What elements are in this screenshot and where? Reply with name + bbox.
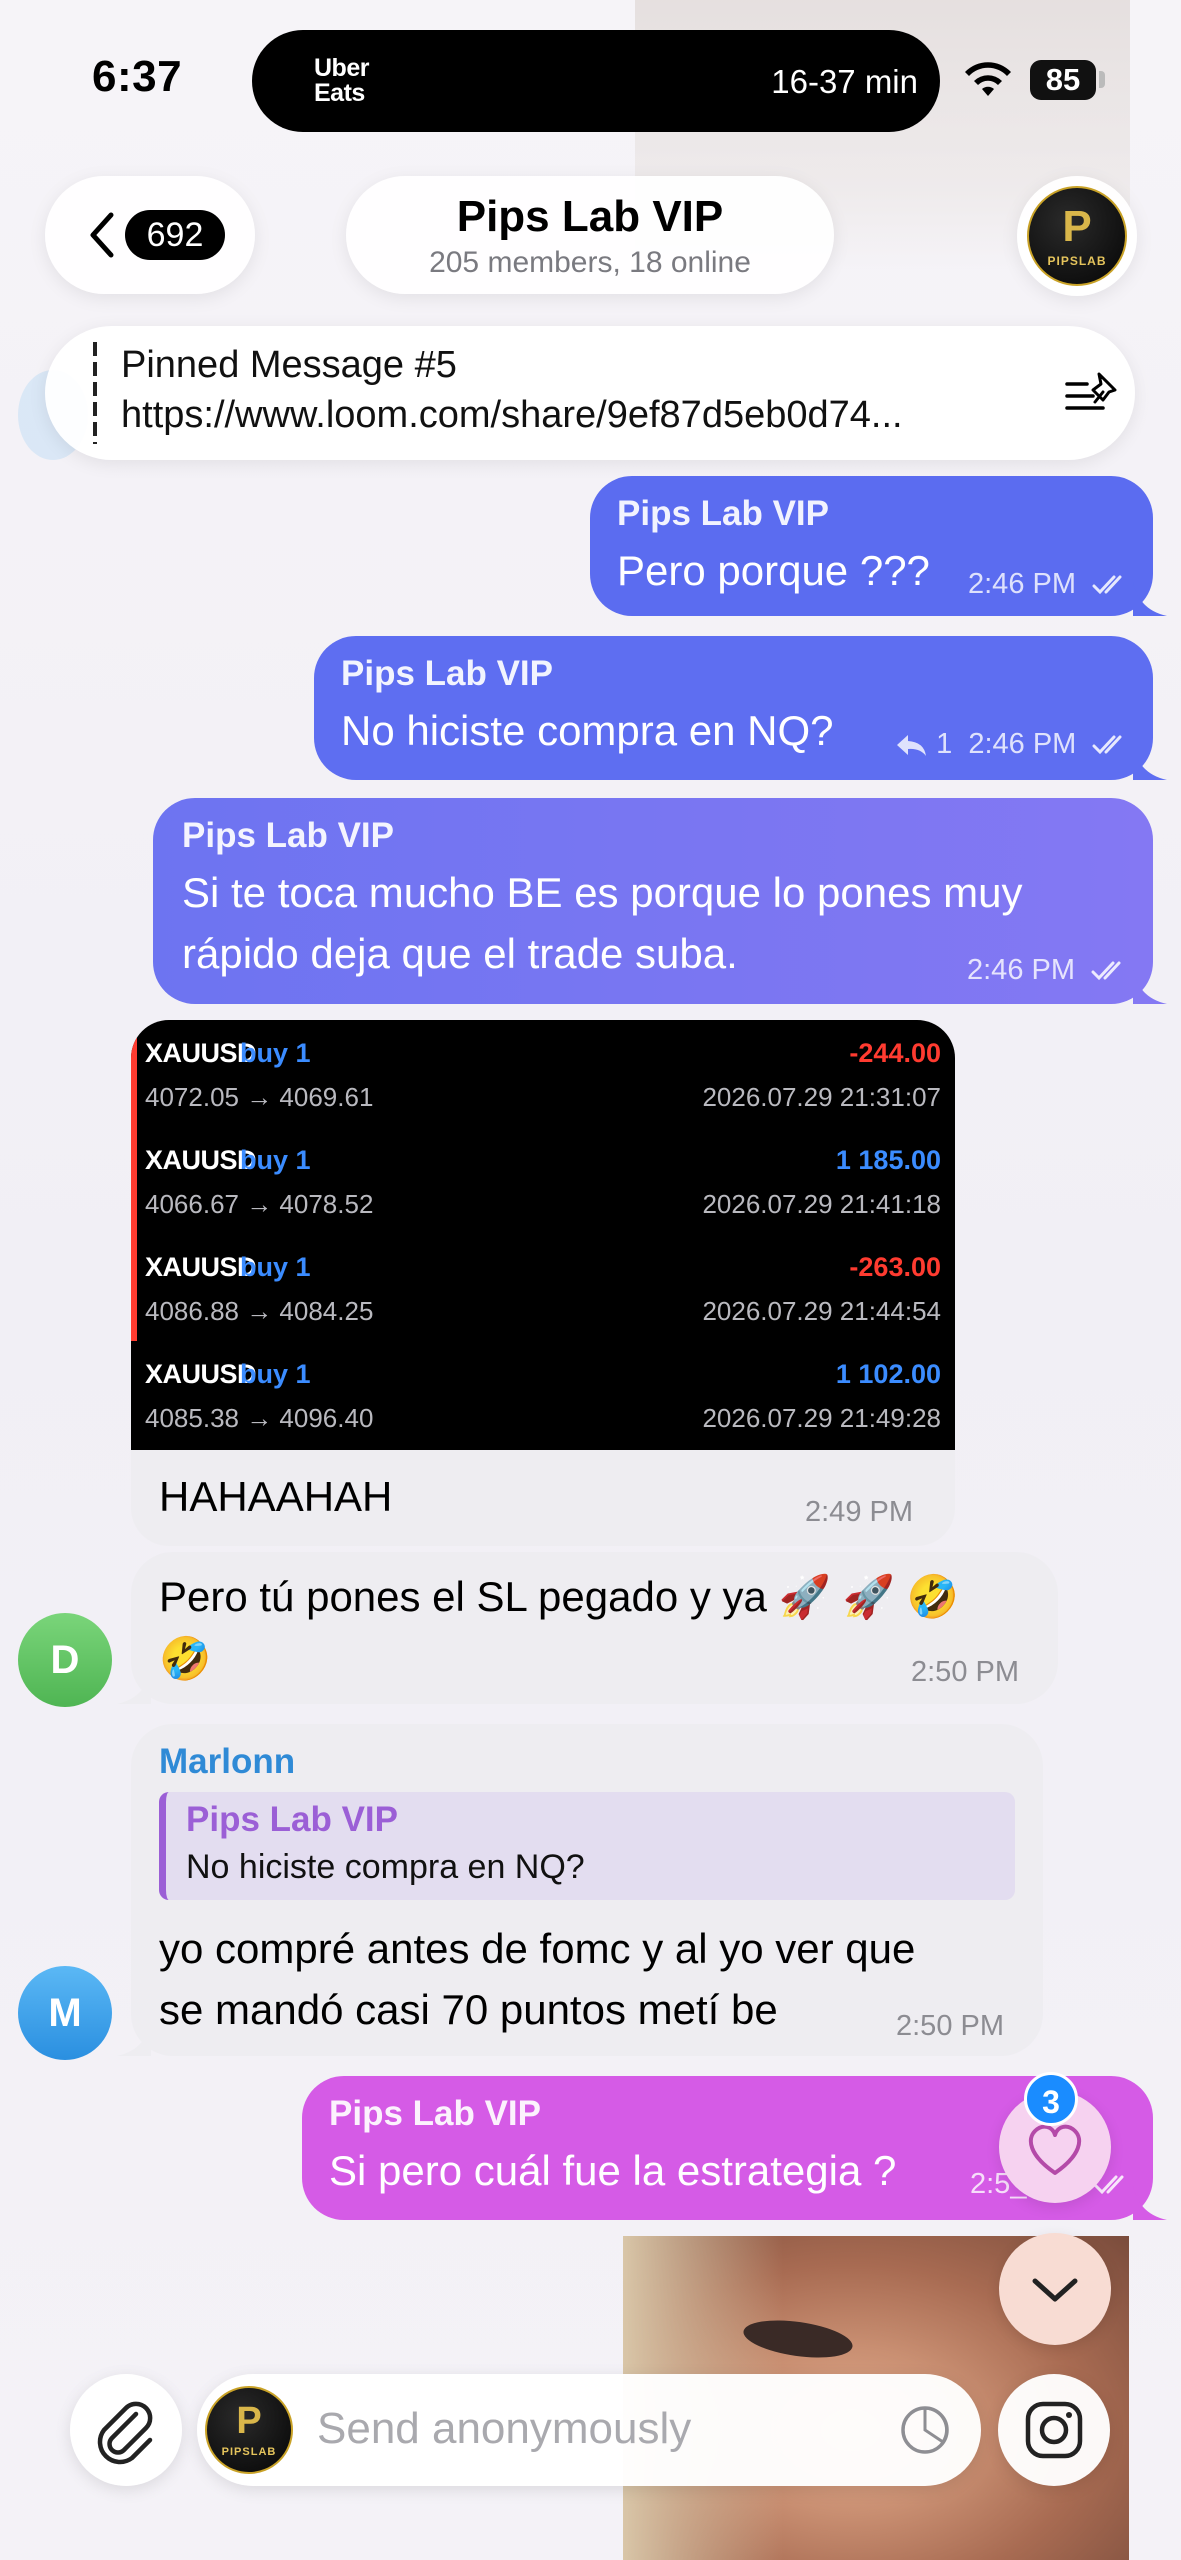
bubble-tail [1133, 2186, 1167, 2220]
double-check-icon [1092, 735, 1122, 755]
reply-icon[interactable] [894, 732, 928, 758]
scroll-to-bottom-button[interactable] [999, 2233, 1111, 2345]
trade-row: XAUUSD buy 1 4086.88 → 4084.25 -263.00 2… [131, 1234, 955, 1341]
reply-text: No hiciste compra en NQ? [186, 1848, 585, 1886]
message-time: 2:50 PM [896, 2010, 1004, 2042]
paperclip-icon [97, 2401, 153, 2465]
battery-icon: 85 [1030, 60, 1096, 100]
reply-sender: Pips Lab VIP [186, 1800, 398, 1839]
bubble-tail [1133, 970, 1167, 1004]
chat-member-count: 205 members, 18 online [429, 246, 751, 279]
bubble-tail [1133, 746, 1167, 780]
message-meta: 1 2:46 PM [894, 728, 1130, 761]
message-text-line-2: se mandó casi 70 puntos metí be [159, 1986, 778, 2033]
chat-title: Pips Lab VIP [456, 192, 724, 241]
bubble-tail [117, 2022, 151, 2056]
pinned-text: https://www.loom.com/share/9ef87d5eb0d74… [121, 394, 903, 436]
chat-screen: 6:37 Uber Eats 16-37 min 85 692 Pips Lab … [0, 0, 1181, 2560]
message-time: 2:49 PM [805, 1496, 913, 1528]
message-bubble-outgoing[interactable]: Pips Lab VIP No hiciste compra en NQ? 1 … [314, 636, 1167, 780]
message-sender: Pips Lab VIP [329, 2094, 541, 2133]
pin-list-icon[interactable] [1063, 370, 1123, 416]
message-text-line-1: Si te toca mucho BE es porque lo pones m… [182, 869, 1023, 916]
trade-row: XAUUSD buy 1 4085.38 → 4096.40 1 102.00 … [131, 1341, 955, 1448]
image-caption: HAHAAHAH [159, 1473, 393, 1520]
double-check-icon [1092, 575, 1122, 595]
chat-title-button[interactable]: Pips Lab VIP 205 members, 18 online [346, 176, 834, 294]
back-button[interactable]: 692 [45, 176, 255, 294]
message-sender: Pips Lab VIP [341, 654, 553, 693]
message-text: Pero porque ??? [617, 547, 930, 594]
bubble-tail [117, 1670, 151, 1704]
trade-history-image[interactable]: XAUUSD buy 1 4072.05 → 4069.61 -244.00 2… [131, 1020, 955, 1450]
avatar-m[interactable]: M [18, 1966, 112, 2060]
pinned-indicator [93, 342, 97, 444]
trade-row: XAUUSD buy 1 4072.05 → 4069.61 -244.00 2… [131, 1020, 955, 1127]
message-time: 2:50 PM [911, 1656, 1019, 1688]
message-input-placeholder[interactable]: Send anonymously [317, 2404, 691, 2454]
message-text: No hiciste compra en NQ? [341, 707, 834, 754]
message-bubble-outgoing[interactable]: Pips Lab VIP Pero porque ??? 2:46 PM [590, 476, 1167, 616]
pinned-message-bar[interactable]: Pinned Message #5 https://www.loom.com/s… [45, 326, 1135, 460]
battery-tip [1099, 71, 1105, 88]
send-as-avatar[interactable]: P PIPSLAB [205, 2386, 293, 2474]
unread-count-badge: 692 [125, 210, 225, 260]
chevron-down-icon [1032, 2278, 1078, 2302]
message-time: 2:46 PM [967, 954, 1129, 987]
message-bubble-image[interactable]: XAUUSD buy 1 4072.05 → 4069.61 -244.00 2… [131, 1020, 955, 1546]
double-check-icon [1091, 961, 1121, 981]
chevron-left-icon [90, 212, 114, 258]
message-bubble-incoming[interactable]: Marlonn Pips Lab VIP No hiciste compra e… [117, 1724, 1043, 2056]
message-sender: Pips Lab VIP [617, 494, 829, 533]
instagram-icon [1025, 2401, 1083, 2459]
dynamic-island-live-activity[interactable]: Uber Eats 16-37 min [252, 30, 940, 132]
message-bubble-outgoing[interactable]: Pips Lab VIP Si te toca mucho BE es porq… [153, 798, 1167, 1004]
group-avatar-button[interactable]: P PIPSLAB [1017, 176, 1137, 296]
timer-icon[interactable] [897, 2402, 953, 2458]
message-bubble-incoming[interactable]: Pero tú pones el SL pegado y ya 🚀 🚀 🤣 🤣 … [117, 1552, 1058, 1704]
instagram-button[interactable] [998, 2374, 1110, 2486]
message-text-line-2: rápido deja que el trade suba. [182, 930, 738, 977]
message-sender: Pips Lab VIP [182, 816, 394, 855]
message-input[interactable]: P PIPSLAB Send anonymously [197, 2374, 981, 2486]
message-time: 2:46 PM [968, 568, 1130, 601]
pipslab-logo: P PIPSLAB [1027, 186, 1127, 286]
message-text: Si pero cuál fue la estrategia ? [329, 2147, 897, 2194]
uber-eats-logo: Uber Eats [314, 54, 369, 107]
message-sender[interactable]: Marlonn [159, 1742, 295, 1782]
status-time: 6:37 [92, 52, 183, 101]
pinned-title: Pinned Message #5 [121, 344, 457, 386]
message-text-line-1: Pero tú pones el SL pegado y ya 🚀 🚀 🤣 [159, 1573, 959, 1620]
bubble-tail [1133, 582, 1167, 616]
reply-quote[interactable]: Pips Lab VIP No hiciste compra en NQ? [159, 1792, 1015, 1900]
attach-button[interactable] [70, 2374, 182, 2486]
wifi-icon [965, 62, 1011, 96]
avatar-d[interactable]: D [18, 1613, 112, 1707]
reactions-count-badge: 3 [1024, 2072, 1078, 2126]
trade-row: XAUUSD buy 1 4066.67 → 4078.52 1 185.00 … [131, 1127, 955, 1234]
message-text-line-1: yo compré antes de fomc y al yo ver que [159, 1925, 916, 1972]
delivery-eta: 16-37 min [771, 63, 918, 100]
message-text-line-2: 🤣 [159, 1635, 212, 1682]
